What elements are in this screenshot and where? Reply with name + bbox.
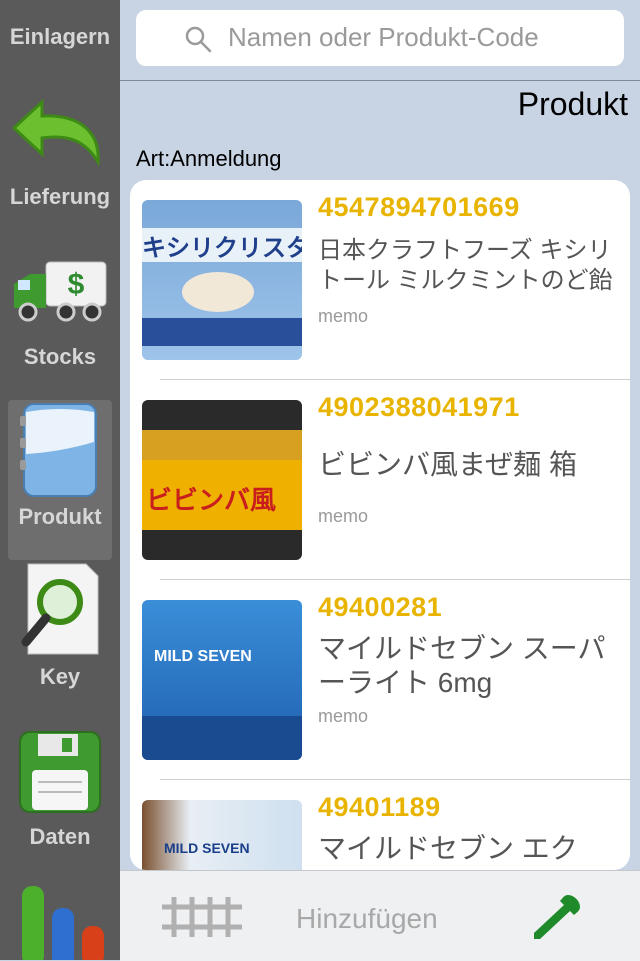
- sidebar-item-chart[interactable]: [0, 880, 120, 960]
- bar-chart-icon: [22, 886, 104, 960]
- search-bar: Namen oder Produkt-Code: [120, 0, 640, 81]
- floppy-disk-icon: [19, 731, 101, 813]
- search-placeholder: Namen oder Produkt-Code: [228, 22, 539, 52]
- sidebar-item-einlagern[interactable]: Einlagern: [0, 0, 120, 80]
- bottom-toolbar: Hinzufügen: [120, 870, 640, 961]
- product-list: キシリクリスタル 4547894701669 日本クラフトフーズ キシリトール …: [130, 180, 630, 870]
- sidebar-item-lieferung[interactable]: Lieferung: [0, 80, 120, 240]
- undo-arrow-icon: [12, 98, 100, 167]
- product-name: ビビンバ風まぜ麺 箱: [318, 449, 577, 480]
- sidebar-item-label: Einlagern: [9, 24, 111, 49]
- product-thumbnail: ビビンバ風: [142, 400, 302, 560]
- truck-dollar-icon: $: [14, 261, 107, 322]
- search-input[interactable]: Namen oder Produkt-Code: [136, 10, 624, 66]
- product-code: 4547894701669: [318, 192, 520, 222]
- sidebar-item-label: Produkt: [18, 504, 102, 529]
- list-item[interactable]: MILD SEVEN 49401189 マイルドセブン エク: [130, 780, 630, 870]
- sidebar: Einlagern Lieferung $ Stocks Produkt Key…: [0, 0, 120, 960]
- sidebar-item-stocks[interactable]: $ Stocks: [0, 240, 120, 400]
- sidebar-item-label: Key: [39, 664, 81, 689]
- product-memo: memo: [318, 506, 369, 526]
- list-item[interactable]: キシリクリスタル 4547894701669 日本クラフトフーズ キシリトール …: [130, 180, 630, 380]
- sidebar-item-label: Daten: [29, 824, 91, 849]
- product-name: マイルドセブン エク: [318, 833, 578, 864]
- barcode-scan-icon[interactable]: [160, 895, 244, 939]
- product-code: 49400281: [318, 592, 443, 622]
- page-title: Produkt: [517, 86, 628, 122]
- sidebar-item-label: Stocks: [23, 344, 97, 369]
- dropper-icon[interactable]: [528, 893, 582, 941]
- sidebar-item-daten[interactable]: Daten: [0, 720, 120, 880]
- product-thumbnail: MILD SEVEN: [142, 800, 302, 870]
- product-thumbnail: キシリクリスタル: [142, 200, 302, 360]
- product-memo: memo: [318, 306, 369, 326]
- notebook-icon: [20, 403, 97, 497]
- product-code: 4902388041971: [318, 392, 520, 422]
- list-item[interactable]: MILD SEVEN 49400281 マイルドセブン スーパーライト 6mg …: [130, 580, 630, 780]
- search-icon: [185, 26, 212, 53]
- magnifier-document-icon: [21, 563, 99, 655]
- section-label: Art:Anmeldung: [136, 146, 282, 171]
- add-button[interactable]: Hinzufügen: [296, 903, 438, 935]
- product-name: 日本クラフトフーズ キシリトール ミルクミントのど飴: [318, 237, 613, 294]
- product-memo: memo: [318, 706, 369, 726]
- product-code: 49401189: [318, 792, 441, 822]
- list-item[interactable]: ビビンバ風 4902388041971 ビビンバ風まぜ麺 箱 memo: [130, 380, 630, 580]
- product-thumbnail: MILD SEVEN: [142, 600, 302, 760]
- sidebar-item-label: Lieferung: [9, 184, 111, 209]
- product-name: マイルドセブン スーパーライト 6mg: [318, 633, 606, 698]
- svg-text:$: $: [68, 268, 85, 301]
- sidebar-item-produkt[interactable]: Produkt: [0, 400, 120, 560]
- sidebar-item-key[interactable]: Key: [0, 560, 120, 720]
